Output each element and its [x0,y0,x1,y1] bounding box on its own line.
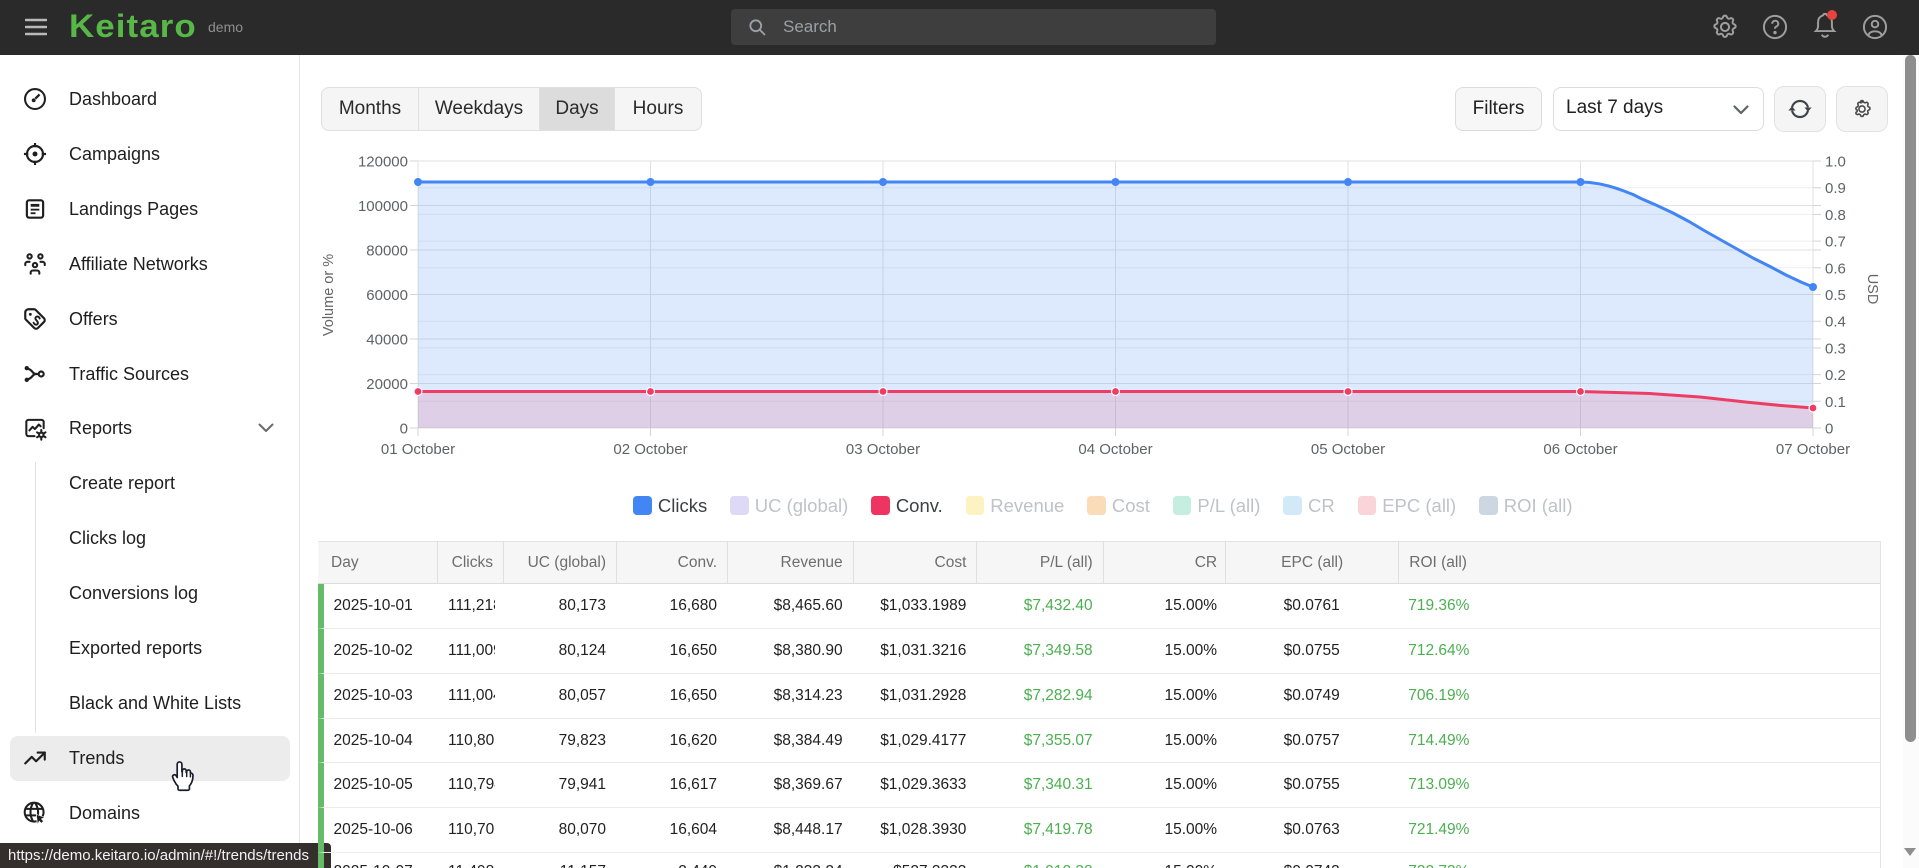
svg-text:20000: 20000 [366,376,408,393]
svg-text:Volume or %: Volume or % [321,254,337,336]
svg-text:06 October: 06 October [1543,441,1617,458]
svg-text:0.4: 0.4 [1825,314,1846,331]
svg-text:0.9: 0.9 [1825,180,1846,197]
svg-text:02 October: 02 October [613,441,687,458]
svg-text:05 October: 05 October [1311,441,1385,458]
svg-text:60000: 60000 [366,287,408,304]
svg-text:40000: 40000 [366,332,408,349]
svg-text:120000: 120000 [358,154,408,171]
svg-text:1.0: 1.0 [1825,154,1846,171]
svg-text:0.6: 0.6 [1825,260,1846,277]
svg-text:100000: 100000 [358,198,408,215]
svg-text:0.8: 0.8 [1825,207,1846,224]
svg-text:0.1: 0.1 [1825,394,1846,411]
svg-text:03 October: 03 October [846,441,920,458]
svg-text:01 October: 01 October [381,441,455,458]
svg-text:07 October: 07 October [1776,441,1850,458]
svg-text:0: 0 [1825,421,1833,438]
svg-text:0.7: 0.7 [1825,234,1846,251]
svg-text:0.2: 0.2 [1825,367,1846,384]
svg-text:80000: 80000 [366,243,408,260]
svg-text:USD: USD [1864,274,1880,305]
svg-text:0.3: 0.3 [1825,340,1846,357]
svg-text:0.5: 0.5 [1825,287,1846,304]
svg-text:04 October: 04 October [1078,441,1152,458]
svg-text:0: 0 [400,421,408,438]
